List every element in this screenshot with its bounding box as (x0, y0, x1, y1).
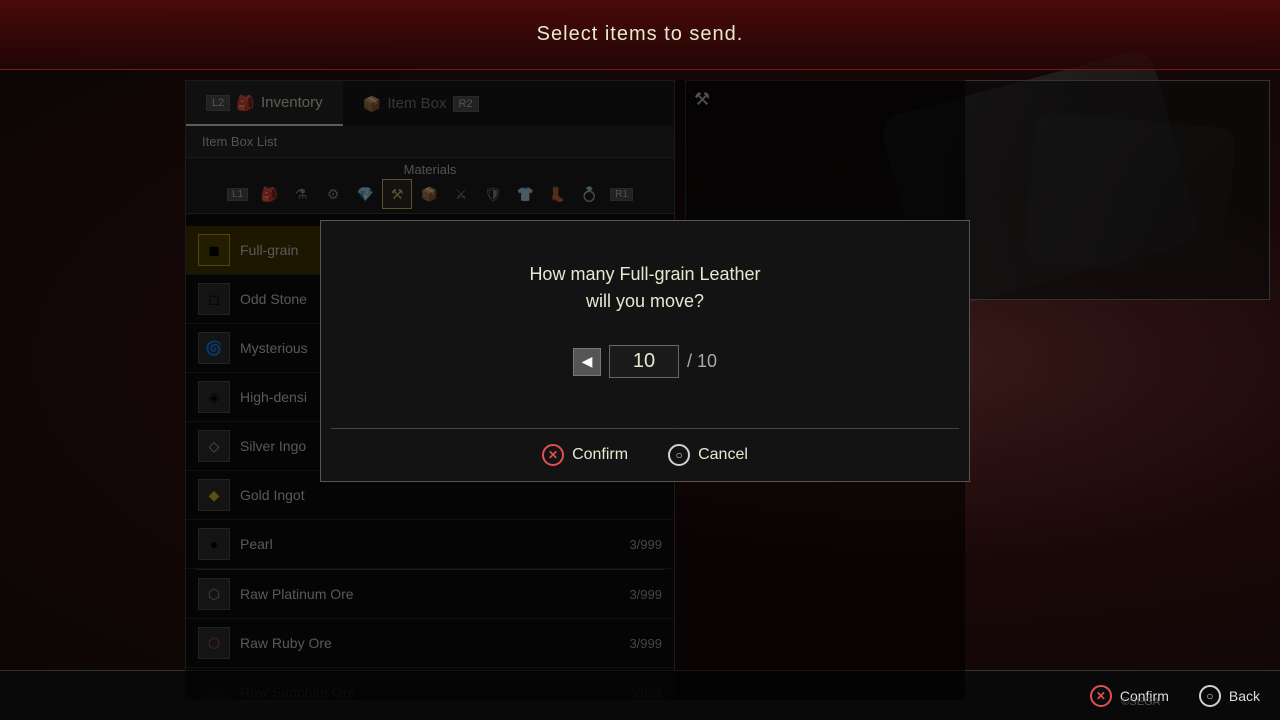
quantity-max: / 10 (687, 351, 717, 372)
modal-question: How many Full-grain Leather will you mov… (351, 261, 939, 315)
bottom-back-action[interactable]: ○ Back (1199, 685, 1260, 707)
cancel-label: Cancel (698, 446, 748, 464)
cancel-button[interactable]: ○ Cancel (668, 444, 748, 466)
bottom-confirm-x-icon: ✕ (1090, 685, 1112, 707)
quantity-decrease-button[interactable]: ◀ (573, 348, 601, 376)
top-banner: Select items to send. (0, 0, 1280, 70)
confirm-button[interactable]: ✕ Confirm (542, 444, 628, 466)
modal-question-line2: will you move? (586, 291, 704, 311)
copyright: ©SEGA (1121, 696, 1160, 708)
confirm-x-icon: ✕ (542, 444, 564, 466)
confirm-label: Confirm (572, 446, 628, 464)
modal-question-line1: How many Full-grain Leather (529, 264, 760, 284)
bottom-back-label: Back (1229, 688, 1260, 704)
page-title: Select items to send. (537, 23, 744, 46)
modal-body: How many Full-grain Leather will you mov… (321, 221, 969, 428)
modal-actions: ✕ Confirm ○ Cancel (321, 429, 969, 481)
cancel-o-icon: ○ (668, 444, 690, 466)
bottom-back-o-icon: ○ (1199, 685, 1221, 707)
quantity-row: ◀ / 10 (351, 345, 939, 378)
modal-dialog: How many Full-grain Leather will you mov… (320, 220, 970, 482)
quantity-input[interactable] (609, 345, 679, 378)
